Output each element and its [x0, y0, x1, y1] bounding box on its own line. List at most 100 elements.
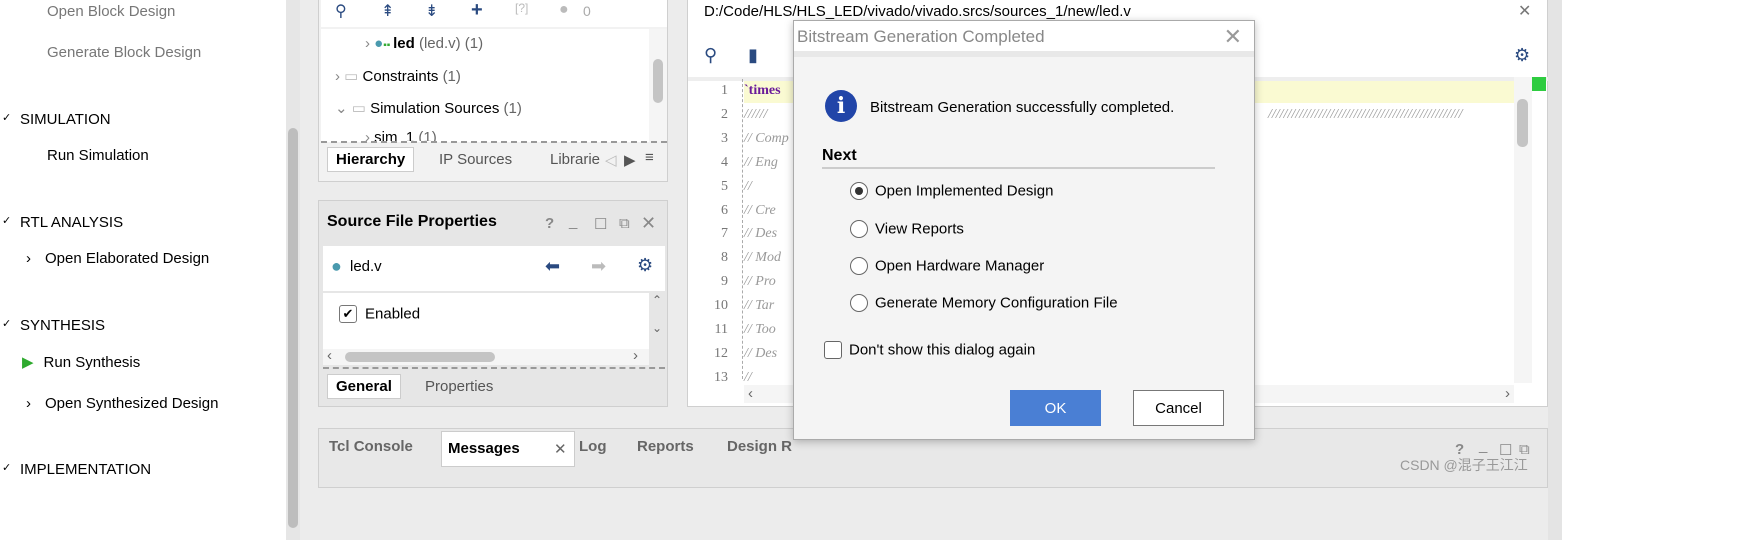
ok-button[interactable]: OK	[1010, 390, 1101, 426]
minimize-icon[interactable]: _	[1479, 437, 1487, 454]
gear-icon[interactable]: ⚙	[637, 255, 653, 276]
bitstream-completed-dialog: Bitstream Generation Completed ✕ i Bitst…	[793, 20, 1255, 440]
tab-hierarchy[interactable]: Hierarchy	[327, 147, 415, 172]
file-name: led.v	[350, 258, 382, 275]
code-line: // Pro	[744, 274, 776, 290]
line-number: 2	[721, 106, 728, 122]
code-line: // Cre	[744, 202, 776, 218]
hierarchy-icon: ▪▪	[383, 40, 394, 51]
radio-view-reports[interactable]: View Reports	[850, 220, 964, 239]
sources-scrollbar[interactable]	[649, 29, 667, 142]
nav-run-simulation[interactable]: Run Simulation	[47, 147, 149, 164]
nav-open-elaborated-design[interactable]: › Open Elaborated Design	[26, 250, 209, 267]
source-file-properties-panel: Source File Properties ? _ ☐ ⧉ ✕ ● led.v…	[318, 200, 668, 407]
checkmark-icon: ✔	[339, 305, 357, 324]
nav-section-synthesis[interactable]: ✓ SYNTHESIS	[2, 317, 105, 334]
tree-item-sim-1[interactable]: › sim_1 (1)	[365, 129, 437, 141]
sidebar-scroll-thumb[interactable]	[288, 128, 298, 528]
expand-all-icon[interactable]: ⇟	[425, 1, 438, 21]
nav-open-synthesized-design[interactable]: › Open Synthesized Design	[26, 395, 218, 412]
tab-properties[interactable]: Properties	[417, 375, 501, 398]
chevron-right-icon: ›	[26, 395, 31, 412]
line-number: 5	[721, 178, 728, 194]
nav-section-implementation[interactable]: ✓ IMPLEMENTATION	[2, 461, 151, 478]
search-icon[interactable]: ⚲	[704, 45, 717, 66]
forward-arrow-icon[interactable]: ➡	[591, 256, 606, 277]
tree-item-led[interactable]: › ●▪▪ led (led.v) (1)	[365, 35, 483, 52]
panel-title: Source File Properties	[327, 213, 497, 230]
code-line: // Tar	[744, 298, 775, 314]
close-icon[interactable]: ✕	[641, 213, 656, 234]
line-number: 3	[721, 130, 728, 146]
collapse-all-icon[interactable]: ⇞	[381, 1, 394, 21]
chevron-down-icon: ✓	[2, 112, 12, 124]
tree-item-constraints[interactable]: › ▭ Constraints (1)	[335, 67, 461, 85]
properties-vscroll[interactable]: ⌃ ⌄	[649, 293, 665, 349]
folder-icon: ▭	[351, 100, 371, 117]
line-number: 12	[714, 345, 728, 361]
chevron-down-icon: ✓	[2, 462, 12, 474]
maximize-icon[interactable]: ☐	[594, 215, 607, 233]
properties-body: ✔ Enabled	[323, 293, 649, 349]
line-number: 13	[714, 369, 728, 385]
sources-panel: ⚲ ⇞ ⇟ + [?] ● 0 › ●▪▪ led (led.v) (1) › …	[318, 0, 668, 182]
minimize-icon[interactable]: _	[569, 213, 577, 230]
code-line: // Mod	[744, 250, 781, 266]
dialog-title-bar[interactable]: Bitstream Generation Completed ✕	[794, 21, 1254, 57]
nav-section-simulation[interactable]: ✓ SIMULATION	[2, 111, 111, 128]
right-edge	[1548, 0, 1562, 540]
menu-icon[interactable]: ≡	[645, 149, 654, 166]
radio-open-hardware-manager[interactable]: Open Hardware Manager	[850, 257, 1044, 276]
tab-ip-sources[interactable]: IP Sources	[431, 148, 520, 171]
nav-open-block-design[interactable]: Open Block Design	[47, 3, 175, 20]
dont-show-checkbox[interactable]: Don't show this dialog again	[824, 341, 1035, 360]
cancel-button[interactable]: Cancel	[1133, 390, 1224, 426]
add-icon[interactable]: +	[471, 0, 483, 22]
line-number: 1	[721, 83, 728, 98]
properties-hscroll[interactable]: ‹ ›	[323, 347, 649, 365]
chevron-down-icon: ✓	[2, 318, 12, 330]
enabled-checkbox[interactable]: ✔ Enabled	[339, 305, 420, 324]
close-icon[interactable]: ✕	[1224, 24, 1242, 50]
line-number: 7	[721, 226, 728, 242]
radio-open-implemented-design[interactable]: Open Implemented Design	[850, 182, 1053, 201]
scroll-left-icon[interactable]: ◁	[605, 151, 617, 169]
tab-general[interactable]: General	[327, 374, 401, 399]
radio-generate-memory-config[interactable]: Generate Memory Configuration File	[850, 294, 1118, 313]
editor-vscroll[interactable]	[1514, 77, 1532, 383]
tab-design-runs[interactable]: Design R	[719, 435, 800, 458]
help-icon[interactable]: ?	[545, 215, 554, 232]
line-number: 4	[721, 154, 728, 170]
nav-section-rtl-analysis[interactable]: ✓ RTL ANALYSIS	[2, 214, 123, 231]
close-icon[interactable]: ✕	[1518, 1, 1531, 21]
help-icon[interactable]: [?]	[515, 1, 528, 15]
folder-icon: ▭	[344, 68, 363, 85]
play-icon: ▶	[22, 354, 34, 371]
tab-reports[interactable]: Reports	[629, 435, 702, 458]
float-icon[interactable]: ⧉	[619, 215, 630, 232]
code-line-tail: ////////////////////////////////////////…	[1268, 106, 1463, 122]
nav-run-synthesis[interactable]: ▶ Run Synthesis	[22, 353, 140, 371]
back-arrow-icon[interactable]: ⬅	[545, 256, 560, 277]
sources-tree: › ●▪▪ led (led.v) (1) › ▭ Constraints (1…	[321, 29, 649, 142]
search-icon[interactable]: ⚲	[335, 1, 347, 21]
line-number: 9	[721, 274, 728, 290]
tab-log[interactable]: Log	[571, 435, 615, 458]
line-number: 6	[721, 202, 728, 218]
code-line: // Too	[744, 322, 776, 337]
gear-icon[interactable]: ⚙	[1514, 45, 1530, 66]
tab-libraries[interactable]: Librarie	[542, 148, 602, 171]
save-icon[interactable]: ▮	[748, 45, 758, 66]
line-number: 8	[721, 250, 728, 266]
scroll-right-icon[interactable]: ▶	[624, 151, 636, 169]
code-line: //////	[744, 106, 768, 122]
close-icon[interactable]: ✕	[554, 440, 567, 458]
tab-messages[interactable]: Messages ✕	[441, 431, 575, 467]
watermark: CSDN @混子王江江	[1400, 457, 1528, 473]
code-line: // Des	[744, 226, 778, 242]
tree-item-simulation-sources[interactable]: ⌄ ▭ Simulation Sources (1)	[335, 99, 522, 117]
nav-generate-block-design[interactable]: Generate Block Design	[47, 44, 201, 61]
sources-toolbar: ⚲ ⇞ ⇟ + [?] ● 0	[321, 0, 667, 27]
tab-tcl-console[interactable]: Tcl Console	[321, 435, 421, 458]
properties-header: ● led.v ⬅ ➡ ⚙	[323, 246, 665, 291]
